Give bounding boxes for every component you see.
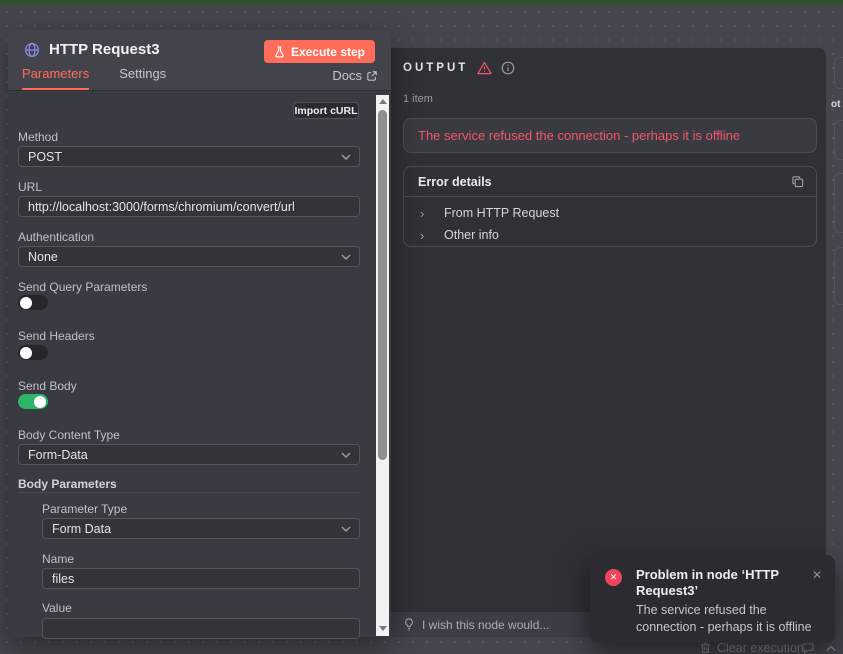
error-details-card: Error details › From HTTP Request › Othe… bbox=[403, 166, 817, 247]
chevron-down-icon bbox=[341, 452, 351, 458]
background-node-fragment bbox=[834, 120, 843, 160]
error-details-row-from-http-request[interactable]: › From HTTP Request bbox=[404, 201, 816, 225]
chat-icon[interactable] bbox=[802, 642, 814, 654]
body-parameters-section-label: Body Parameters bbox=[18, 477, 117, 491]
name-label: Name bbox=[42, 552, 74, 566]
parameter-type-select[interactable]: Form Data bbox=[42, 518, 360, 539]
error-toast: ✕ Problem in node ‘HTTP Request3’ ✕ The … bbox=[590, 555, 835, 643]
external-link-icon bbox=[367, 71, 377, 81]
copy-icon[interactable] bbox=[791, 175, 804, 188]
background-node-fragment bbox=[834, 173, 843, 233]
send-body-label: Send Body bbox=[18, 379, 77, 393]
parameter-type-label: Parameter Type bbox=[42, 502, 127, 516]
toast-message: The service refused the connection - per… bbox=[636, 602, 816, 635]
send-headers-label: Send Headers bbox=[18, 329, 95, 343]
wish-placeholder: I wish this node would... bbox=[422, 618, 549, 632]
output-item-count: 1 item bbox=[403, 93, 433, 105]
chevron-down-icon bbox=[341, 254, 351, 260]
scrollbar-thumb[interactable] bbox=[378, 110, 387, 460]
node-title: HTTP Request3 bbox=[49, 41, 160, 58]
body-content-type-label: Body Content Type bbox=[18, 428, 120, 442]
method-label: Method bbox=[18, 130, 58, 144]
chevron-right-icon: › bbox=[420, 228, 444, 243]
flask-icon bbox=[274, 46, 285, 58]
chevron-down-icon bbox=[341, 154, 351, 160]
tab-parameters[interactable]: Parameters bbox=[22, 66, 89, 90]
output-panel: OUTPUT 1 item The service refused the co… bbox=[391, 48, 826, 612]
value-input[interactable] bbox=[42, 618, 360, 639]
warning-triangle-icon bbox=[477, 61, 492, 75]
send-headers-toggle[interactable] bbox=[18, 345, 48, 360]
toast-title: Problem in node ‘HTTP Request3’ bbox=[636, 567, 796, 599]
scrollbar-up-arrow[interactable] bbox=[376, 95, 389, 108]
info-circle-icon[interactable] bbox=[501, 61, 515, 75]
app-root: ot Clear execution OUTPUT bbox=[0, 0, 843, 654]
background-node-fragment bbox=[834, 247, 843, 305]
node-panel-header: HTTP Request3 Execute step Parameters Se… bbox=[8, 30, 391, 91]
url-input[interactable]: http://localhost:3000/forms/chromium/con… bbox=[18, 196, 360, 217]
send-query-parameters-label: Send Query Parameters bbox=[18, 280, 147, 294]
chevron-right-icon: › bbox=[420, 206, 444, 221]
error-circle-icon: ✕ bbox=[605, 569, 622, 586]
value-label: Value bbox=[42, 601, 72, 615]
import-curl-button[interactable]: Import cURL bbox=[293, 102, 359, 119]
toast-close-icon[interactable]: ✕ bbox=[812, 568, 822, 582]
send-body-toggle[interactable] bbox=[18, 394, 48, 409]
output-panel-title: OUTPUT bbox=[403, 62, 468, 74]
docs-link[interactable]: Docs bbox=[332, 68, 377, 83]
lightbulb-icon bbox=[404, 618, 414, 631]
output-error-message: The service refused the connection - per… bbox=[418, 128, 740, 143]
url-label: URL bbox=[18, 180, 42, 194]
name-input[interactable]: files bbox=[42, 568, 360, 589]
scrollbar-down-arrow[interactable] bbox=[376, 622, 389, 635]
section-divider bbox=[18, 492, 360, 493]
globe-icon bbox=[24, 42, 40, 58]
top-status-bar bbox=[0, 0, 843, 5]
node-detail-panel: HTTP Request3 Execute step Parameters Se… bbox=[8, 30, 391, 637]
authentication-label: Authentication bbox=[18, 230, 94, 244]
authentication-select[interactable]: None bbox=[18, 246, 360, 267]
chevron-up-icon[interactable] bbox=[826, 645, 836, 652]
background-text-fragment: ot bbox=[831, 99, 840, 110]
output-error-banner: The service refused the connection - per… bbox=[403, 118, 817, 153]
panel-scrollbar[interactable] bbox=[376, 95, 389, 636]
trash-icon bbox=[700, 642, 711, 654]
tab-settings[interactable]: Settings bbox=[119, 66, 166, 90]
execute-step-button[interactable]: Execute step bbox=[264, 40, 375, 63]
error-details-title: Error details bbox=[418, 175, 791, 189]
method-select[interactable]: POST bbox=[18, 146, 360, 167]
chevron-down-icon bbox=[341, 526, 351, 532]
error-details-row-other-info[interactable]: › Other info bbox=[404, 223, 816, 247]
background-node-fragment bbox=[834, 57, 843, 89]
body-content-type-select[interactable]: Form-Data bbox=[18, 444, 360, 465]
send-query-parameters-toggle[interactable] bbox=[18, 295, 48, 310]
